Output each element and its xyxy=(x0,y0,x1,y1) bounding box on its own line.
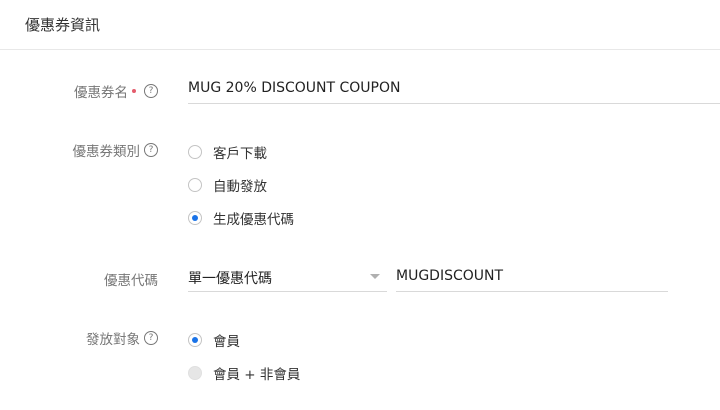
section-title: 優惠券資訊 xyxy=(25,16,101,34)
coupon-code-label-group: 優惠代碼 xyxy=(104,269,158,289)
radio-label: 自動發放 xyxy=(213,179,267,195)
coupon-code-label: 優惠代碼 xyxy=(104,273,158,289)
code-type-select[interactable]: 單一優惠代碼 xyxy=(188,262,387,292)
coupon-type-label-group: 優惠券類別 ? xyxy=(72,140,158,160)
radio-button[interactable] xyxy=(188,145,202,159)
radio-option-auto-distribute[interactable]: 自動發放 xyxy=(188,175,267,195)
radio-label: 會員 + 非會員 xyxy=(213,367,301,383)
help-icon[interactable]: ? xyxy=(144,143,158,157)
section-header: 優惠券資訊 xyxy=(0,0,720,50)
radio-option-members-and-nonmembers: 會員 + 非會員 xyxy=(188,363,300,383)
radio-button-disabled xyxy=(188,366,202,380)
required-indicator xyxy=(132,89,136,93)
radio-label: 客戶下載 xyxy=(213,146,267,162)
radio-option-customer-download[interactable]: 客戶下載 xyxy=(188,142,267,162)
caret-down-icon xyxy=(370,274,380,279)
radio-option-generate-code[interactable]: 生成優惠代碼 xyxy=(188,208,294,228)
radio-option-members[interactable]: 會員 xyxy=(188,330,240,350)
radio-button[interactable] xyxy=(188,178,202,192)
target-label: 發放對象 xyxy=(86,332,140,348)
coupon-name-label-group: 優惠券名 ? xyxy=(74,81,158,101)
radio-label: 會員 xyxy=(213,334,240,350)
radio-button-checked[interactable] xyxy=(188,211,202,225)
target-label-group: 發放對象 ? xyxy=(86,328,158,348)
code-type-select-value: 單一優惠代碼 xyxy=(188,271,272,287)
radio-label: 生成優惠代碼 xyxy=(213,212,294,228)
help-icon[interactable]: ? xyxy=(144,84,158,98)
coupon-name-label: 優惠券名 xyxy=(74,85,128,101)
coupon-type-label: 優惠券類別 xyxy=(72,144,141,160)
help-icon[interactable]: ? xyxy=(144,331,158,345)
coupon-name-input[interactable]: MUG 20% DISCOUNT COUPON xyxy=(188,75,720,104)
coupon-code-input[interactable]: MUGDISCOUNT xyxy=(396,262,668,292)
radio-button-checked[interactable] xyxy=(188,333,202,347)
